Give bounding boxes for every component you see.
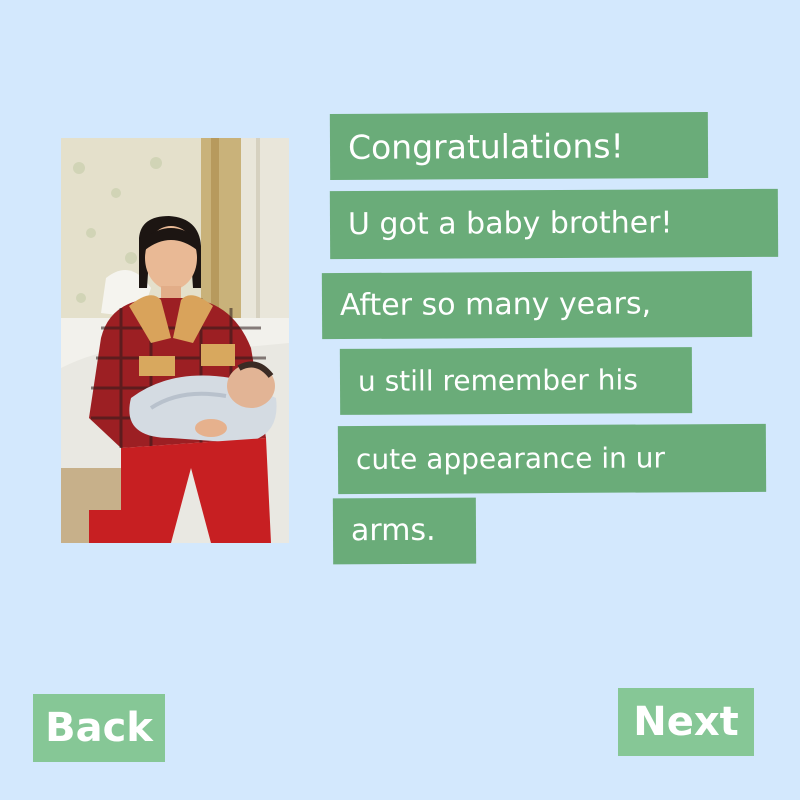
back-button[interactable]: Back [33, 694, 165, 762]
photo-girl-holding-baby [61, 138, 289, 543]
message-line-1: Congratulations! [329, 112, 709, 180]
next-button[interactable]: Next [618, 688, 754, 756]
message-line-3: After so many years, [321, 270, 753, 340]
message-line-5: cute appearance in ur [337, 423, 767, 495]
message-line-2: U got a baby brother! [329, 188, 779, 260]
message-line-4: u still remember his [339, 347, 693, 415]
message-line-6: arms. [332, 497, 477, 565]
